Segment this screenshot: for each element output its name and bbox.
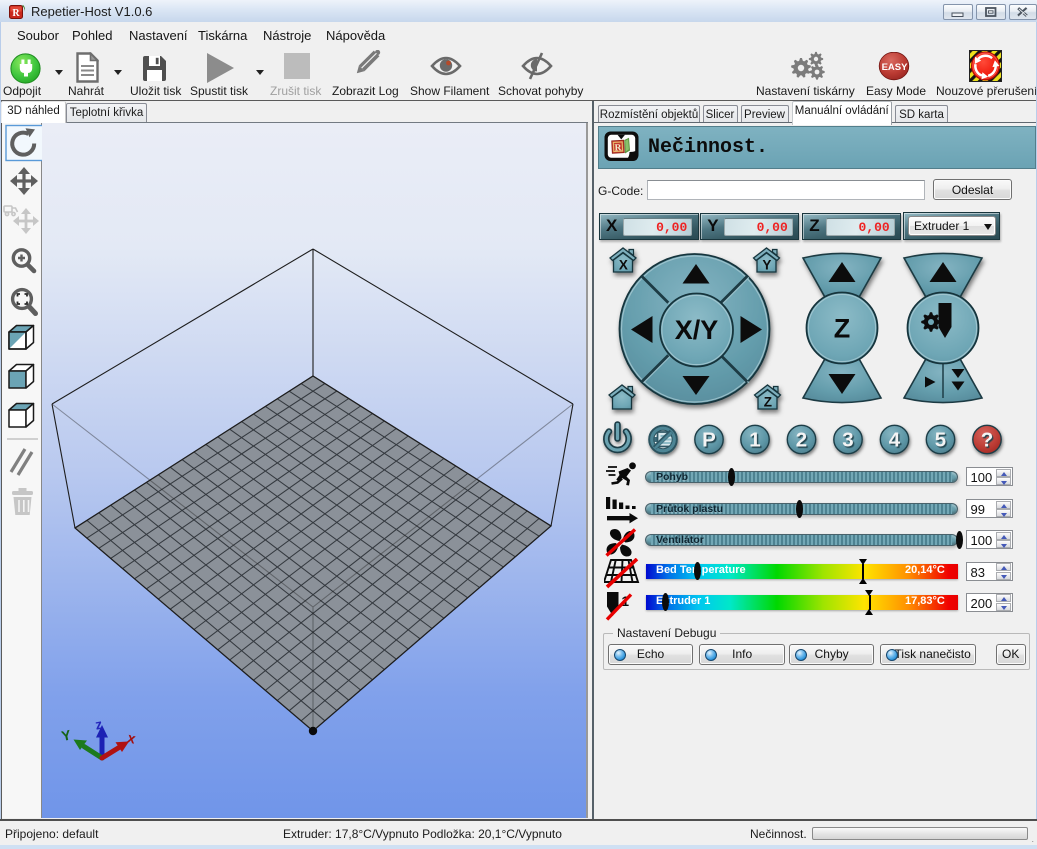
- svg-text:4: 4: [889, 429, 901, 452]
- svg-text:Z: Z: [834, 314, 851, 344]
- svg-text:X: X: [619, 258, 628, 273]
- svg-text:2: 2: [796, 429, 807, 452]
- svg-text:1: 1: [749, 429, 760, 452]
- svg-text:?: ?: [981, 429, 994, 452]
- svg-text:P: P: [702, 429, 716, 452]
- svg-text:Y: Y: [762, 258, 771, 273]
- svg-text:R: R: [614, 143, 622, 153]
- svg-text:3: 3: [842, 429, 853, 452]
- svg-text:EASY: EASY: [882, 62, 909, 73]
- svg-text:R: R: [12, 8, 20, 19]
- svg-text:5: 5: [935, 429, 946, 452]
- svg-text:Z: Z: [764, 395, 772, 410]
- svg-text:X/Y: X/Y: [675, 315, 719, 345]
